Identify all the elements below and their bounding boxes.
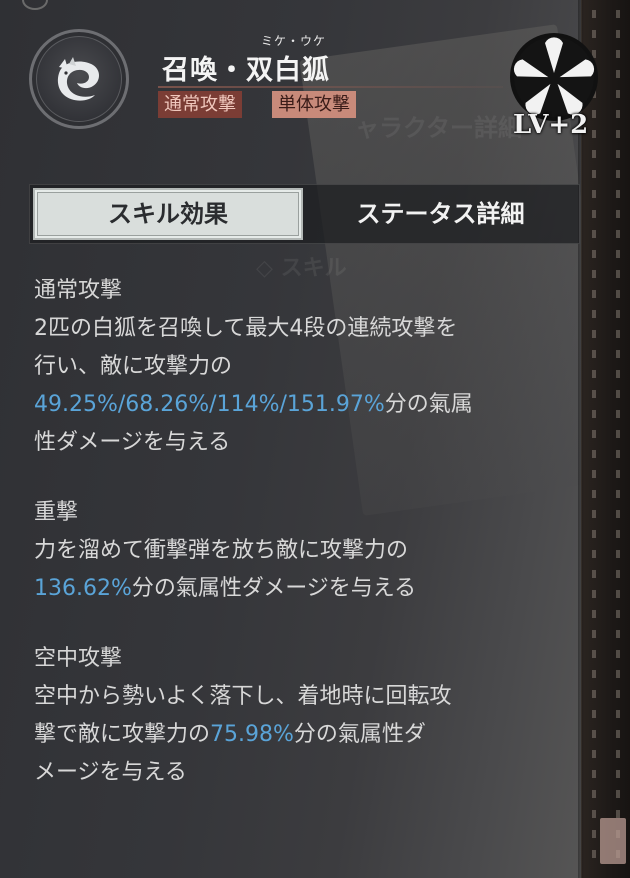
spine-stitching xyxy=(592,10,596,868)
skill-emblem xyxy=(29,29,129,129)
description-text: 空中から勢いよく落下し、着地時に回転攻 xyxy=(34,684,452,709)
description-text: 力を溜めて衝撃弾を放ち敵に攻撃力の xyxy=(34,538,409,563)
description-line: 撃で敵に攻撃力の75.98%分の氣属性ダ xyxy=(34,716,574,754)
section-title: 重撃 xyxy=(34,500,79,525)
tag-normal-attack: 通常攻撃 xyxy=(158,91,242,118)
book-spine-frame xyxy=(581,0,630,878)
skill-title: 召喚・双白狐 xyxy=(162,55,330,86)
bookmark-tab xyxy=(600,818,626,864)
tab-bar: スキル効果 ステータス詳細 xyxy=(29,184,580,244)
section-title: 通常攻撃 xyxy=(34,278,123,303)
description-line: 2匹の白狐を召喚して最大4段の連続攻撃を xyxy=(34,310,574,348)
title-ruby: ミケ・ウケ xyxy=(261,34,327,48)
description-line: 136.62%分の氣属性ダメージを与える xyxy=(34,570,574,608)
description-line: 力を溜めて衝撃弾を放ち敵に攻撃力の xyxy=(34,532,574,570)
description-line: 性ダメージを与える xyxy=(34,424,574,462)
tab-skill-effect[interactable]: スキル効果 xyxy=(33,188,303,240)
description-line: メージを与える xyxy=(34,754,574,792)
description-text: 分の氣属性ダメージを与える xyxy=(131,576,417,601)
description-line: 空中から勢いよく落下し、着地時に回転攻 xyxy=(34,678,574,716)
description-text: 分の氣属 xyxy=(384,392,473,417)
description-text: 分の氣属性ダ xyxy=(293,722,426,747)
damage-value: 136.62% xyxy=(34,576,132,601)
section-title: 空中攻撃 xyxy=(34,646,123,671)
description-text: 性ダメージを与える xyxy=(34,430,231,455)
description-line: 49.25%/68.26%/114%/151.97%分の氣属 xyxy=(34,386,574,424)
damage-value: 75.98% xyxy=(210,722,294,747)
description-line: 行い、敵に攻撃力の xyxy=(34,348,574,386)
description-text: メージを与える xyxy=(34,760,187,785)
skill-section: 空中攻撃 空中から勢いよく落下し、着地時に回転攻 撃で敵に攻撃力の75.98%分の氣… xyxy=(34,640,574,792)
skill-section: 通常攻撃 2匹の白狐を召喚して最大4段の連続攻撃を 行い、敵に攻撃力の 49.25%/… xyxy=(34,272,574,462)
title-divider xyxy=(158,86,503,88)
skill-description: 通常攻撃 2匹の白狐を召喚して最大4段の連続攻撃を 行い、敵に攻撃力の 49.25%/… xyxy=(34,272,574,824)
white-fox-icon xyxy=(57,57,99,101)
description-text: 撃で敵に攻撃力の xyxy=(34,722,211,747)
description-text: 2匹の白狐を召喚して最大4段の連続攻撃を xyxy=(34,316,458,341)
damage-value: 49.25%/68.26%/114%/151.97% xyxy=(34,392,385,417)
level-badge xyxy=(510,33,598,121)
five-petal-crest-icon xyxy=(513,37,595,117)
skill-section: 重撃力を溜めて衝撃弾を放ち敵に攻撃力の 136.62%分の氣属性ダメージを与える xyxy=(34,494,574,608)
level-label: LV+2 xyxy=(513,110,589,140)
background-ghost-title: ャラクター詳細 xyxy=(355,114,523,142)
tab-status-detail[interactable]: ステータス詳細 xyxy=(305,188,576,240)
spine-stitching xyxy=(616,10,620,868)
description-text: 行い、敵に攻撃力の xyxy=(34,354,233,379)
tag-single-target: 単体攻撃 xyxy=(272,91,356,118)
